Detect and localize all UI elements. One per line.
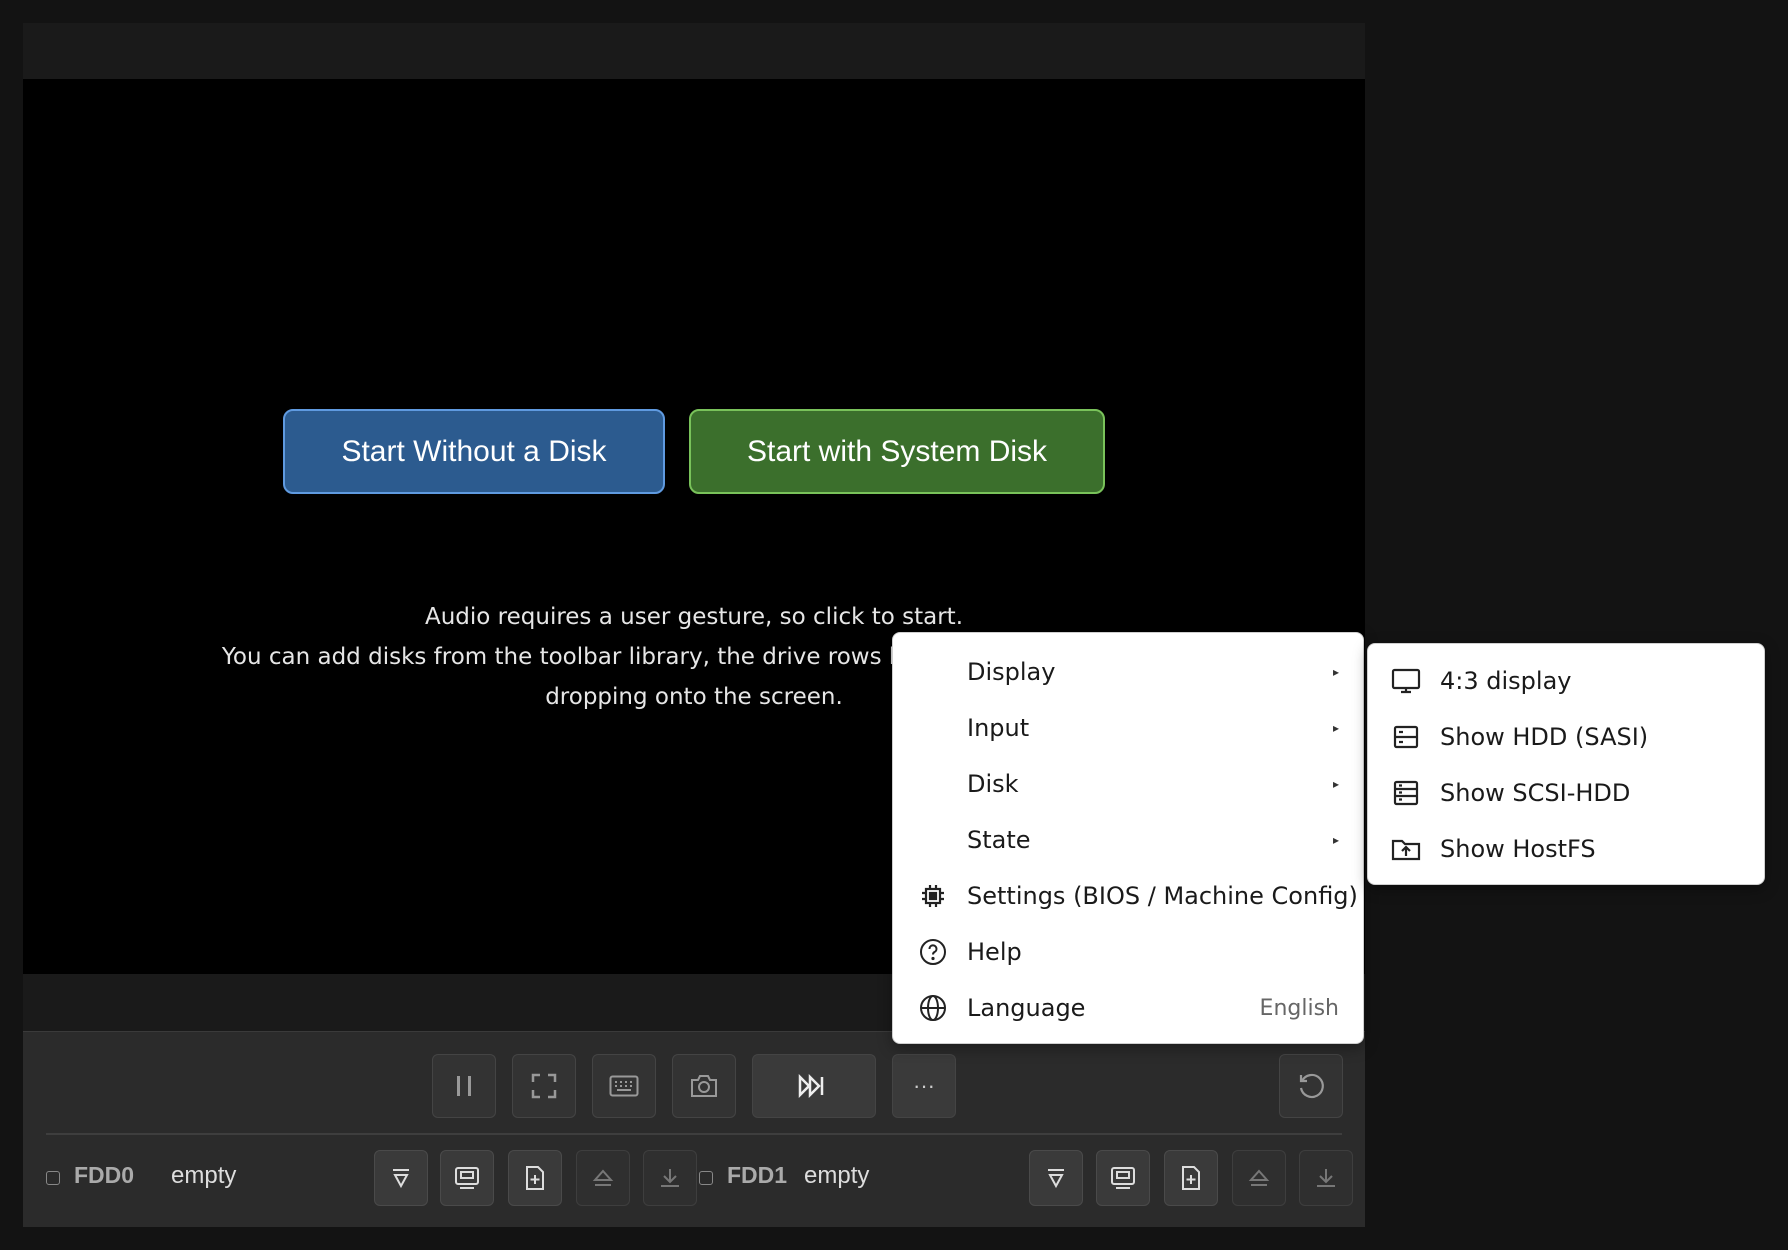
file-plus-icon [526,1166,544,1190]
chip-icon [919,882,947,910]
menu-item-input[interactable]: Input ▸ [893,700,1363,756]
menu-item-display[interactable]: Display ▸ [893,644,1363,700]
menu-item-label: Input [967,714,1030,742]
keyboard-icon [609,1075,639,1097]
fdd0-new-disk-button[interactable] [508,1150,562,1206]
folder-upload-icon [1391,835,1421,863]
library-icon [1048,1169,1064,1189]
menu-item-disk[interactable]: Disk ▸ [893,756,1363,812]
eject-icon [1248,1169,1270,1186]
globe-icon [919,994,947,1022]
submenu-item-show-hostfs[interactable]: Show HostFS [1368,821,1764,877]
fdd0-status: empty [171,1162,237,1189]
menu-item-label: Help [967,938,1022,966]
fdd1-new-disk-button[interactable] [1164,1150,1218,1206]
fullscreen-button[interactable] [512,1054,576,1118]
submenu-item-label: Show HostFS [1440,835,1596,863]
menu-item-label: Display [967,658,1056,686]
reset-icon [1299,1073,1324,1099]
fast-forward-button[interactable] [752,1054,876,1118]
language-value: English [1259,995,1339,1021]
download-icon [1317,1169,1335,1187]
more-menu: Display ▸ Input ▸ Disk ▸ State ▸ Setting… [892,632,1364,1044]
fdd0-disk-button[interactable] [440,1150,494,1206]
submenu-arrow-icon: ▸ [1332,721,1339,735]
camera-icon [691,1075,717,1097]
eject-icon [592,1169,614,1186]
fdd1-download-button[interactable] [1299,1150,1353,1206]
start-with-system-disk-button[interactable]: Start with System Disk [689,409,1105,494]
hdd-icon [1391,723,1421,751]
control-panel: ··· FDD0 empty FDD1 empty [23,1031,1365,1227]
submenu-arrow-icon: ▸ [1332,833,1339,847]
start-without-disk-button[interactable]: Start Without a Disk [283,409,665,494]
menu-item-label: Settings (BIOS / Machine Config) [967,882,1358,910]
fdd1-library-button[interactable] [1029,1150,1083,1206]
display-submenu: 4:3 display Show HDD (SASI) Show SCSI-HD… [1367,643,1765,885]
menu-item-label: Language [967,994,1086,1022]
disk-drive-icon [1111,1167,1135,1189]
menu-item-state[interactable]: State ▸ [893,812,1363,868]
menu-item-label: Disk [967,770,1019,798]
submenu-arrow-icon: ▸ [1332,777,1339,791]
keyboard-button[interactable] [592,1054,656,1118]
drive-row-fdd0: FDD0 empty [46,1150,697,1206]
hint-line-1: Audio requires a user gesture, so click … [424,604,964,630]
help-circle-icon [919,938,947,966]
submenu-item-label: 4:3 display [1440,667,1572,695]
fdd0-download-button[interactable] [643,1150,697,1206]
monitor-icon [1391,667,1421,695]
more-icon: ··· [913,1073,935,1098]
disk-drive-icon [455,1167,479,1189]
fdd0-label: FDD0 [74,1162,135,1188]
submenu-arrow-icon: ▸ [1332,665,1339,679]
fdd0-library-button[interactable] [374,1150,428,1206]
submenu-item-label: Show HDD (SASI) [1440,723,1649,751]
more-button[interactable]: ··· [892,1054,956,1118]
server-icon [1391,779,1421,807]
menu-item-help[interactable]: Help [893,924,1363,980]
file-plus-icon [1182,1166,1200,1190]
fullscreen-icon [531,1073,557,1099]
fdd1-checkbox[interactable] [699,1171,713,1185]
submenu-item-43-display[interactable]: 4:3 display [1368,653,1764,709]
fdd1-status: empty [804,1162,870,1189]
fdd1-disk-button[interactable] [1096,1150,1150,1206]
screenshot-button[interactable] [672,1054,736,1118]
drive-row-fdd1: FDD1 empty [699,1150,1353,1206]
fdd0-eject-button[interactable] [576,1150,630,1206]
menu-item-label: State [967,826,1031,854]
menu-item-language[interactable]: Language English [893,980,1363,1036]
fdd1-eject-button[interactable] [1232,1150,1286,1206]
menu-item-settings[interactable]: Settings (BIOS / Machine Config) [893,868,1363,924]
submenu-item-label: Show SCSI-HDD [1440,779,1631,807]
download-icon [661,1169,679,1187]
fast-forward-icon [798,1074,824,1098]
pause-button[interactable] [432,1054,496,1118]
submenu-item-show-scsi-hdd[interactable]: Show SCSI-HDD [1368,765,1764,821]
submenu-item-show-hdd[interactable]: Show HDD (SASI) [1368,709,1764,765]
fdd1-label: FDD1 [727,1162,788,1188]
library-icon [393,1169,409,1189]
reset-button[interactable] [1279,1054,1343,1118]
toolbar-divider [46,1133,1342,1135]
pause-icon [457,1076,471,1096]
fdd0-checkbox[interactable] [46,1171,60,1185]
